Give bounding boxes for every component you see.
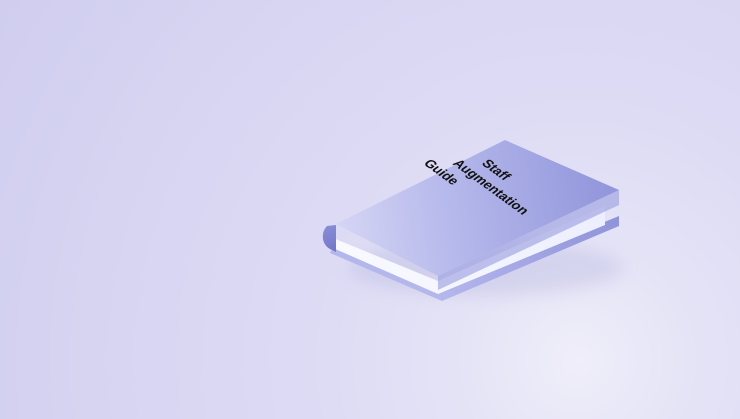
- book-spine: [322, 225, 336, 252]
- book-illustration: Staff Augmentation Guide: [322, 140, 624, 301]
- illustration-canvas: Staff Augmentation Guide: [0, 0, 740, 419]
